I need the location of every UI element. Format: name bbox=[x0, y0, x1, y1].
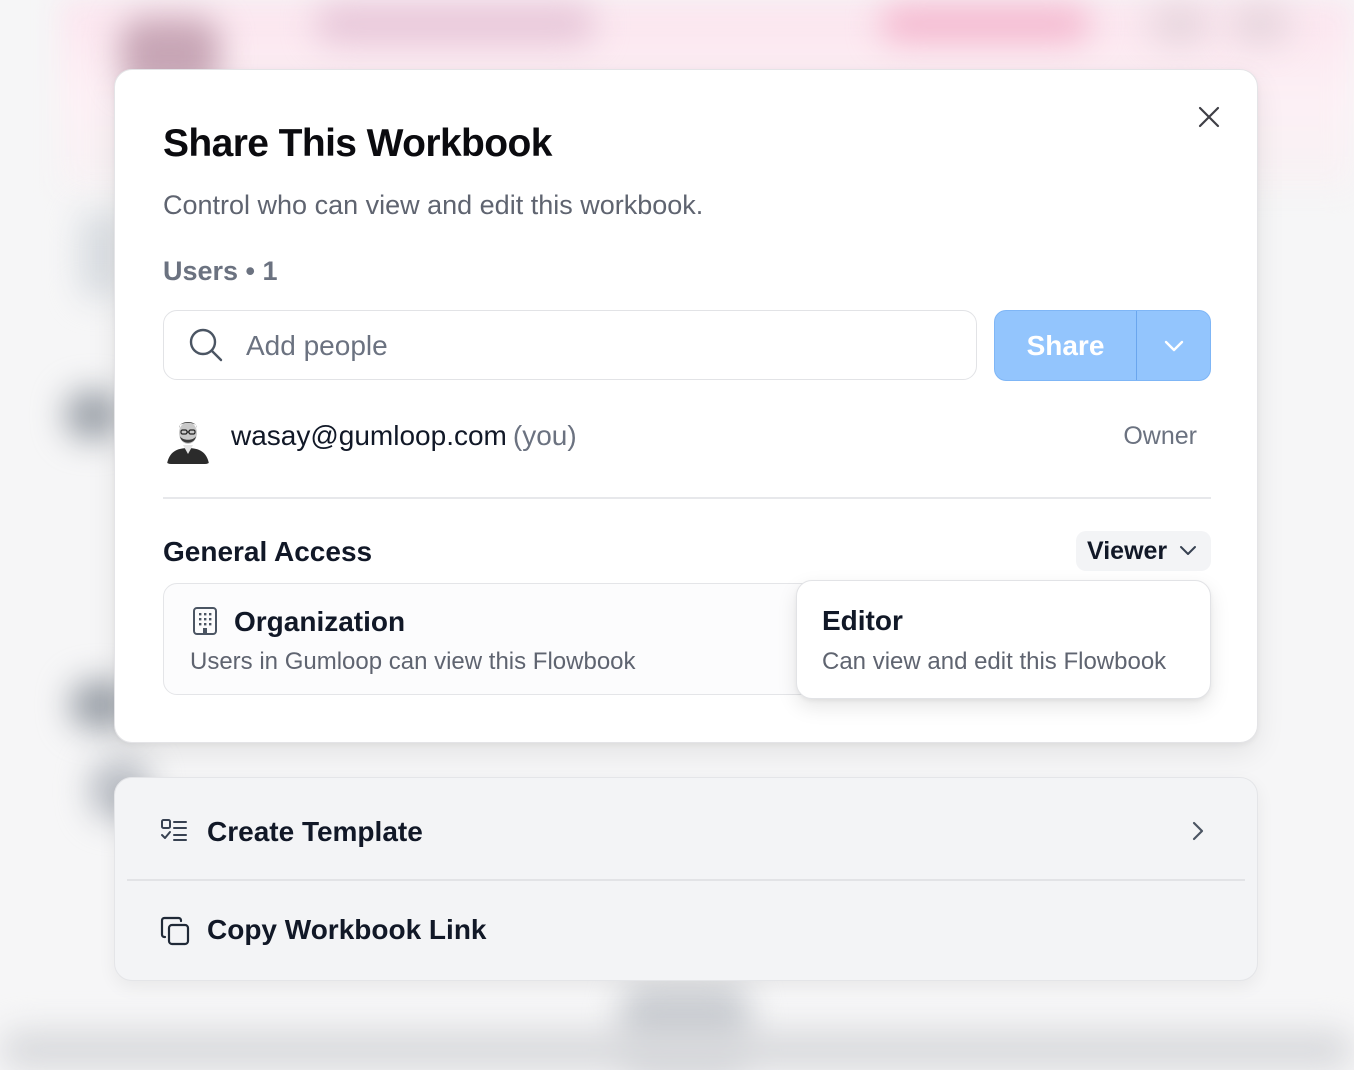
create-template-button[interactable]: Create Template bbox=[127, 784, 1245, 880]
organization-description: Users in Gumloop can view this Flowbook bbox=[190, 648, 636, 675]
section-divider bbox=[163, 497, 1211, 499]
access-role-select[interactable]: Viewer bbox=[1076, 531, 1211, 571]
share-button[interactable]: Share bbox=[995, 311, 1137, 380]
add-people-field[interactable] bbox=[163, 310, 977, 380]
background-blur bbox=[1150, 4, 1210, 44]
role-option-title: Editor bbox=[822, 605, 903, 636]
background-blur bbox=[65, 390, 120, 440]
chevron-right-icon bbox=[1192, 821, 1204, 841]
create-template-label: Create Template bbox=[207, 816, 423, 847]
background-blur bbox=[315, 4, 595, 44]
close-icon bbox=[1198, 106, 1220, 128]
share-dialog: Share This Workbook Control who can view… bbox=[114, 69, 1258, 743]
chevron-down-icon bbox=[1164, 340, 1183, 351]
user-role: Owner bbox=[1123, 422, 1197, 450]
user-email-text: wasay@gumloop.com bbox=[231, 420, 507, 451]
close-button[interactable] bbox=[1195, 103, 1223, 131]
add-people-input[interactable] bbox=[244, 321, 948, 371]
copy-icon bbox=[160, 916, 190, 946]
role-option-description: Can view and edit this Flowbook bbox=[822, 648, 1167, 675]
avatar bbox=[163, 414, 213, 464]
general-access-label: General Access bbox=[163, 536, 373, 567]
user-row: wasay@gumloop.com (you) Owner bbox=[163, 410, 1211, 470]
copy-workbook-link-button[interactable]: Copy Workbook Link bbox=[127, 882, 1245, 978]
user-email: wasay@gumloop.com (you) bbox=[231, 420, 577, 452]
search-icon bbox=[189, 328, 223, 362]
building-icon bbox=[193, 607, 217, 635]
organization-name: Organization bbox=[234, 606, 406, 637]
actions-divider bbox=[127, 879, 1245, 881]
you-tag: (you) bbox=[512, 420, 577, 451]
copy-workbook-link-label: Copy Workbook Link bbox=[207, 914, 487, 945]
workbook-actions-panel: Create Template Copy Workbook Link bbox=[114, 777, 1258, 981]
role-option-editor[interactable]: Editor Can view and edit this Flowbook bbox=[796, 580, 1211, 699]
user-avatar-icon bbox=[163, 414, 213, 464]
share-button-group: Share bbox=[994, 310, 1211, 381]
share-options-dropdown[interactable] bbox=[1137, 311, 1210, 380]
background-blur bbox=[0, 1030, 1354, 1070]
access-role-value: Viewer bbox=[1087, 536, 1168, 565]
background-blur bbox=[880, 6, 1090, 42]
background-blur bbox=[1230, 4, 1290, 44]
chevron-down-icon bbox=[1180, 546, 1197, 555]
dialog-title: Share This Workbook bbox=[163, 122, 552, 165]
template-checklist-icon bbox=[161, 819, 187, 841]
users-count-label: Users • 1 bbox=[163, 256, 278, 286]
dialog-subtitle: Control who can view and edit this workb… bbox=[163, 190, 704, 220]
